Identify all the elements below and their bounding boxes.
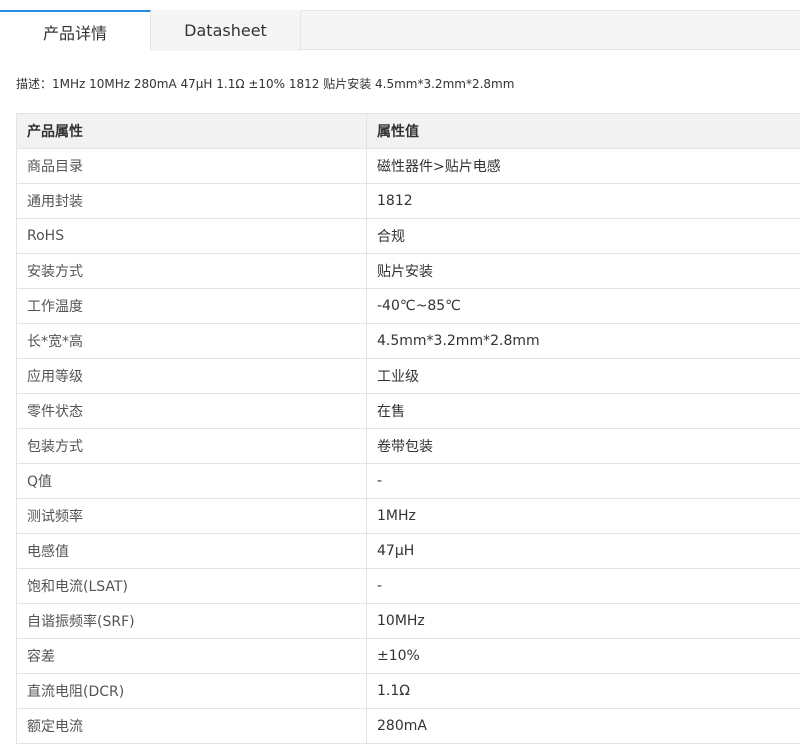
product-description: 描述：1MHz 10MHz 280mA 47μH 1.1Ω ±10% 1812 … (16, 77, 515, 91)
table-body: 商品目录 磁性器件>贴片电感 通用封装 1812 RoHS 合规 安装方式 贴片安装 工作温度 -… (16, 148, 800, 744)
attribute-value: 10MHz (366, 603, 800, 639)
table-row: 应用等级 工业级 (16, 358, 800, 394)
attribute-name: 容差 (16, 638, 367, 674)
attribute-name: 自谐振频率(SRF) (16, 603, 367, 639)
attribute-name: 通用封装 (16, 183, 367, 219)
attribute-value: 280mA (366, 708, 800, 744)
attribute-name: 测试频率 (16, 498, 367, 534)
attribute-name: 直流电阻(DCR) (16, 673, 367, 709)
table-row: 包装方式 卷带包装 (16, 428, 800, 464)
attribute-name: RoHS (16, 218, 367, 254)
attribute-name: 零件状态 (16, 393, 367, 429)
table-row: 长*宽*高 4.5mm*3.2mm*2.8mm (16, 323, 800, 359)
table-row: 商品目录 磁性器件>贴片电感 (16, 148, 800, 184)
tab-product-details[interactable]: 产品详情 (0, 10, 151, 51)
attribute-name: 应用等级 (16, 358, 367, 394)
attribute-name: 电感值 (16, 533, 367, 569)
table-row: 测试频率 1MHz (16, 498, 800, 534)
attribute-value: -40℃~85℃ (366, 288, 800, 324)
header-value: 属性值 (366, 113, 800, 149)
product-attributes-table: 产品属性 属性值 商品目录 磁性器件>贴片电感 通用封装 1812 RoHS 合规 安装方式… (16, 113, 800, 744)
table-header-row: 产品属性 属性值 (16, 113, 800, 149)
attribute-value: 卷带包装 (366, 428, 800, 464)
attribute-value: 1.1Ω (366, 673, 800, 709)
attribute-value: 在售 (366, 393, 800, 429)
attribute-name: 额定电流 (16, 708, 367, 744)
table-row: 额定电流 280mA (16, 708, 800, 744)
attribute-value: 贴片安装 (366, 253, 800, 289)
table-row: 零件状态 在售 (16, 393, 800, 429)
attribute-value: 1MHz (366, 498, 800, 534)
tab-product-details-label: 产品详情 (42, 23, 107, 43)
attribute-value: 磁性器件>贴片电感 (366, 148, 800, 184)
tab-datasheet-label: Datasheet (184, 21, 267, 40)
header-attribute: 产品属性 (16, 113, 367, 149)
attribute-name: Q值 (16, 463, 367, 499)
table-row: Q值 - (16, 463, 800, 499)
attribute-name: 长*宽*高 (16, 323, 367, 359)
tab-bar: 产品详情 Datasheet (0, 10, 800, 51)
attribute-name: 包装方式 (16, 428, 367, 464)
attribute-value: 1812 (366, 183, 800, 219)
table-row: 电感值 47μH (16, 533, 800, 569)
table-row: 容差 ±10% (16, 638, 800, 674)
attribute-name: 安装方式 (16, 253, 367, 289)
table-row: RoHS 合规 (16, 218, 800, 254)
attribute-name: 饱和电流(LSAT) (16, 568, 367, 604)
attribute-value: 工业级 (366, 358, 800, 394)
table-row: 工作温度 -40℃~85℃ (16, 288, 800, 324)
table-row: 饱和电流(LSAT) - (16, 568, 800, 604)
table-row: 安装方式 贴片安装 (16, 253, 800, 289)
attribute-name: 工作温度 (16, 288, 367, 324)
attribute-value: 47μH (366, 533, 800, 569)
table-row: 直流电阻(DCR) 1.1Ω (16, 673, 800, 709)
attribute-value: - (366, 568, 800, 604)
table-row: 自谐振频率(SRF) 10MHz (16, 603, 800, 639)
attribute-value: 4.5mm*3.2mm*2.8mm (366, 323, 800, 359)
attribute-value: ±10% (366, 638, 800, 674)
attribute-value: 合规 (366, 218, 800, 254)
attribute-name: 商品目录 (16, 148, 367, 184)
attribute-value: - (366, 463, 800, 499)
table-row: 通用封装 1812 (16, 183, 800, 219)
tab-datasheet[interactable]: Datasheet (151, 10, 301, 51)
